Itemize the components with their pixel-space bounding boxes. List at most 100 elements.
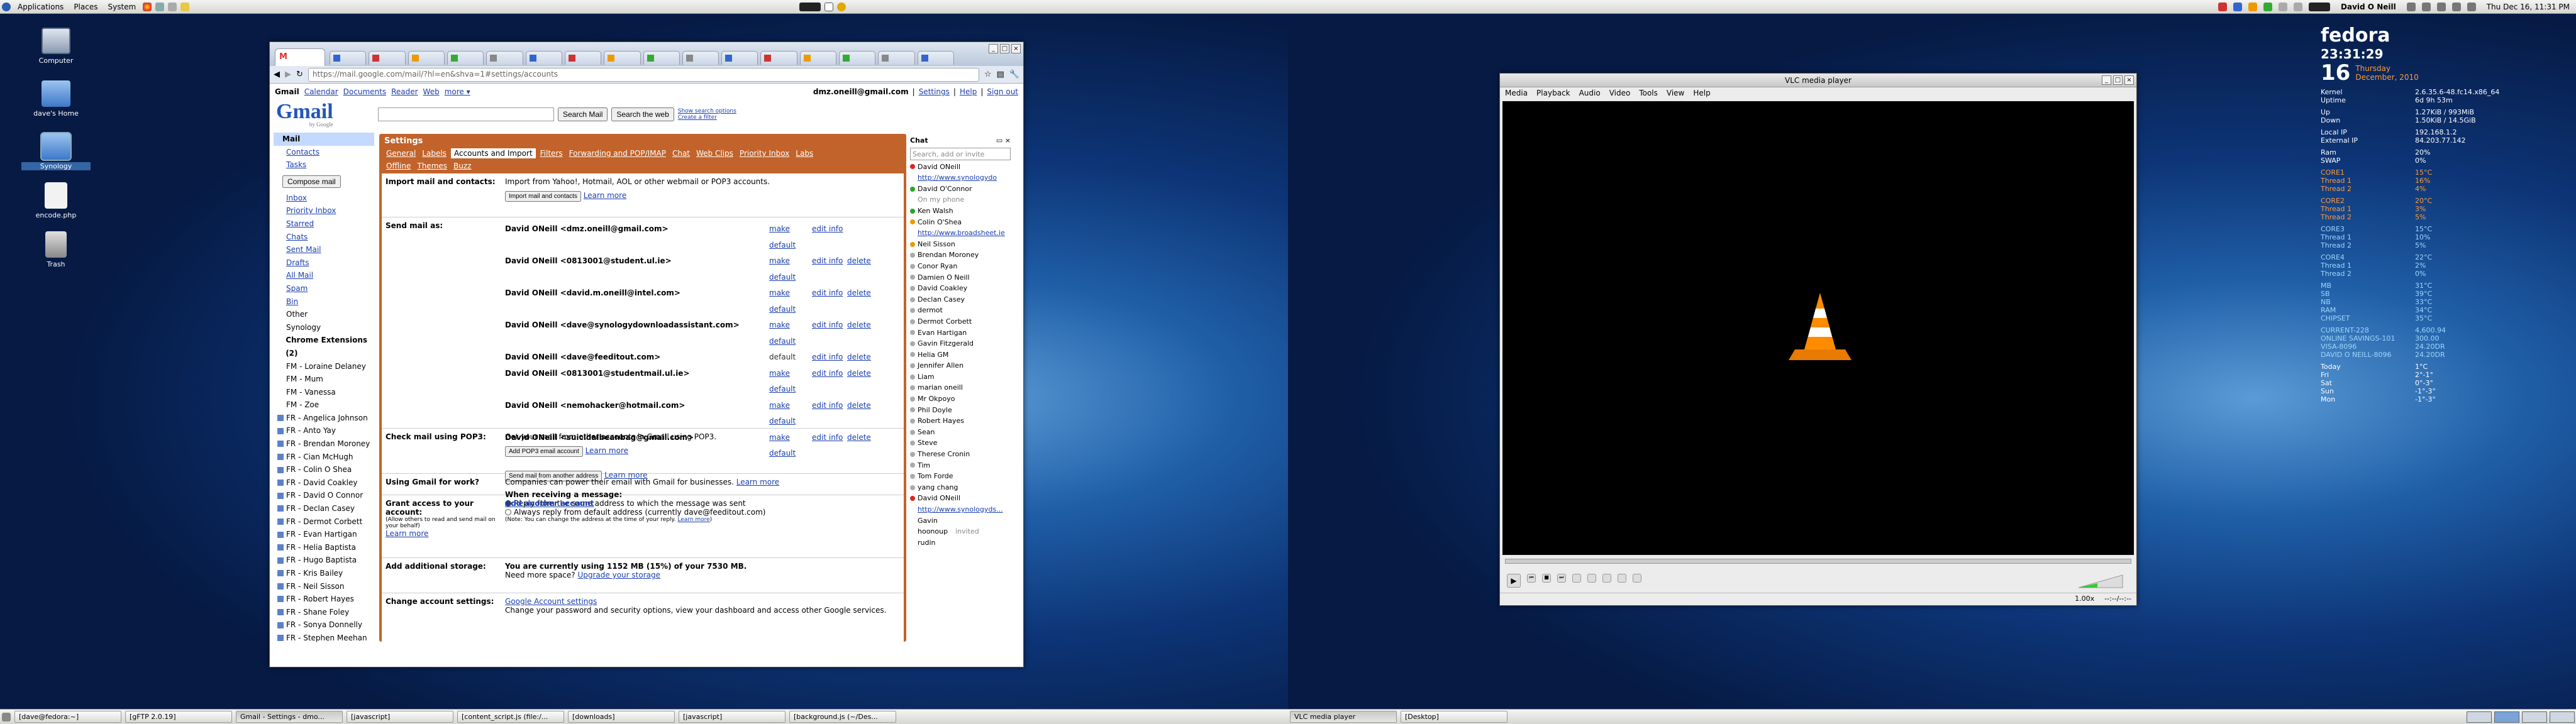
settings-tab[interactable]: Filters xyxy=(538,148,565,158)
settings-link[interactable]: Settings xyxy=(919,87,950,96)
chat-contact[interactable]: On my phone xyxy=(910,194,1011,206)
vlc-menu-item[interactable]: Playback xyxy=(1536,89,1570,99)
browser-tab[interactable] xyxy=(447,51,484,65)
topnav-calendar[interactable]: Calendar xyxy=(304,87,338,96)
tray-app-icon[interactable] xyxy=(837,2,846,11)
help-link[interactable]: Help xyxy=(960,87,977,96)
chat-contact[interactable]: Evan Hartigan xyxy=(910,327,1011,339)
page-menu-icon[interactable]: ▤ xyxy=(997,70,1004,79)
label-item[interactable]: FR - Cian McHugh xyxy=(274,451,374,464)
settings-tab[interactable]: Themes xyxy=(415,161,449,171)
bookmark-star-icon[interactable]: ☆ xyxy=(984,70,992,79)
chat-contact[interactable]: Helia GM xyxy=(910,349,1011,361)
browser-tab[interactable] xyxy=(760,51,797,65)
chat-contact[interactable]: Phil Doyle xyxy=(910,405,1011,416)
vlc-menu-item[interactable]: View xyxy=(1667,89,1684,99)
add-pop3-button[interactable]: Add POP3 email account xyxy=(505,446,583,457)
browser-tab[interactable] xyxy=(525,51,562,65)
chat-contact[interactable]: Gavin xyxy=(910,515,1011,527)
folder-item[interactable]: Chats xyxy=(274,231,374,244)
stop-icon[interactable]: ■ xyxy=(1542,574,1551,583)
grant-learn-more[interactable]: Learn more xyxy=(386,529,505,538)
delete-link[interactable]: delete xyxy=(847,430,871,462)
label-item[interactable]: FR - David Coakley xyxy=(274,476,374,490)
upgrade-storage-link[interactable]: Upgrade your storage xyxy=(577,571,660,579)
compose-button[interactable]: Compose mail xyxy=(282,175,341,188)
applications-menu[interactable]: Applications xyxy=(13,3,69,11)
chat-contact[interactable]: marian oneill xyxy=(910,382,1011,393)
user-name[interactable]: David O Neill xyxy=(2334,3,2402,11)
taskbar-button[interactable]: [dave@fedora:~] xyxy=(14,711,121,723)
clock[interactable]: Thu Dec 16, 11:31 PM xyxy=(2480,3,2576,11)
wrench-icon[interactable]: 🔧 xyxy=(1009,70,1019,79)
make-default-link[interactable]: make default xyxy=(769,285,812,317)
desktop-icon-home[interactable]: dave's Home xyxy=(21,80,91,118)
add-another-account-link[interactable]: Add another account xyxy=(505,499,594,508)
folder-item[interactable]: Sent Mail xyxy=(274,243,374,256)
search-web-button[interactable]: Search the web xyxy=(611,107,674,121)
settings-tab[interactable]: Offline xyxy=(384,161,413,171)
edit-info-link[interactable]: edit info xyxy=(812,253,847,285)
chat-contact[interactable]: http://www.synologyds... xyxy=(910,504,1011,515)
app-launcher-icon[interactable] xyxy=(168,2,177,11)
desktop-icon-synology[interactable]: Synology xyxy=(21,132,91,170)
edit-info-link[interactable]: edit info xyxy=(812,430,847,462)
chat-contact[interactable]: hoonoup invited xyxy=(910,526,1011,537)
nav-tasks[interactable]: Tasks xyxy=(274,158,374,172)
chat-contact[interactable]: Tom Forde xyxy=(910,471,1011,482)
make-default-link[interactable]: make default xyxy=(769,366,812,398)
edit-info-link[interactable]: edit info xyxy=(812,221,847,253)
vlc-seek-bar[interactable] xyxy=(1505,559,2131,564)
previous-icon[interactable]: ⏮ xyxy=(1527,574,1536,583)
chat-contact[interactable]: Neil Sisson xyxy=(910,239,1011,250)
window-list-icon[interactable] xyxy=(824,2,833,11)
edit-info-link[interactable]: edit info xyxy=(812,285,847,317)
chat-contact[interactable]: Dermot Corbett xyxy=(910,316,1011,327)
chat-contact[interactable]: Steve xyxy=(910,437,1011,449)
volume-icon[interactable] xyxy=(2294,2,2303,11)
volume-slider-icon[interactable] xyxy=(2072,574,2129,589)
chat-contact[interactable]: Jennifer Allen xyxy=(910,360,1011,371)
browser-tab[interactable] xyxy=(682,51,719,65)
minimize-icon[interactable]: _ xyxy=(989,44,998,53)
folder-item[interactable]: Spam xyxy=(274,282,374,295)
chat-contact[interactable]: David ONeill xyxy=(910,493,1011,504)
workspace-switcher-icon[interactable] xyxy=(2550,711,2575,723)
maximize-icon[interactable]: □ xyxy=(1000,44,1009,53)
mail-launcher-icon[interactable] xyxy=(155,2,165,11)
topnav-gmail[interactable]: Gmail xyxy=(275,87,299,96)
browser-tab[interactable] xyxy=(564,51,602,65)
desktop-icon-encode-php[interactable]: encode.php xyxy=(21,182,91,219)
topnav-documents[interactable]: Documents xyxy=(343,87,386,96)
next-icon[interactable]: ⏭ xyxy=(1557,574,1566,583)
delete-link[interactable]: delete xyxy=(847,317,871,349)
taskbar-button[interactable]: [Desktop] xyxy=(1401,711,1507,723)
vlc-menu-item[interactable]: Audio xyxy=(1579,89,1601,99)
make-default-link[interactable]: make default xyxy=(769,221,812,253)
places-menu[interactable]: Places xyxy=(69,3,103,11)
chat-self-status[interactable]: http://www.synologydo xyxy=(910,172,1011,184)
chat-search-input[interactable]: Search, add or invite xyxy=(910,147,1011,160)
play-icon[interactable]: ▶ xyxy=(1507,574,1521,588)
tray-app-icon[interactable] xyxy=(2436,2,2446,11)
maximize-icon[interactable]: □ xyxy=(2113,75,2123,85)
make-default-link[interactable]: make default xyxy=(769,317,812,349)
delete-link[interactable]: delete xyxy=(847,398,871,430)
label-item[interactable]: FR - Robert Hayes xyxy=(274,593,374,606)
workspace-switcher-icon[interactable] xyxy=(2522,711,2547,723)
chat-contact[interactable]: Mr Okpoyo xyxy=(910,393,1011,405)
chat-contact[interactable]: Damien O Neill xyxy=(910,272,1011,283)
label-item[interactable]: FR - Declan Casey xyxy=(274,502,374,515)
tray-app-icon[interactable] xyxy=(2248,2,2258,11)
chat-self-name[interactable]: David ONeill xyxy=(918,162,960,173)
chat-contact[interactable]: Gavin Fitzgerald xyxy=(910,338,1011,349)
folder-item[interactable]: Priority Inbox xyxy=(274,204,374,217)
chat-contact[interactable]: Therese Cronin xyxy=(910,449,1011,460)
import-button[interactable]: Import mail and contacts xyxy=(505,191,581,202)
label-item[interactable]: FR - Shane Foley xyxy=(274,606,374,619)
browser-tab[interactable] xyxy=(369,51,406,65)
chat-contact[interactable]: Ken Walsh xyxy=(910,206,1011,217)
browser-tab[interactable] xyxy=(839,51,876,65)
taskbar-button[interactable]: [background.js (~/Des... xyxy=(789,711,896,723)
desktop-icon-trash[interactable]: Trash xyxy=(21,231,91,268)
